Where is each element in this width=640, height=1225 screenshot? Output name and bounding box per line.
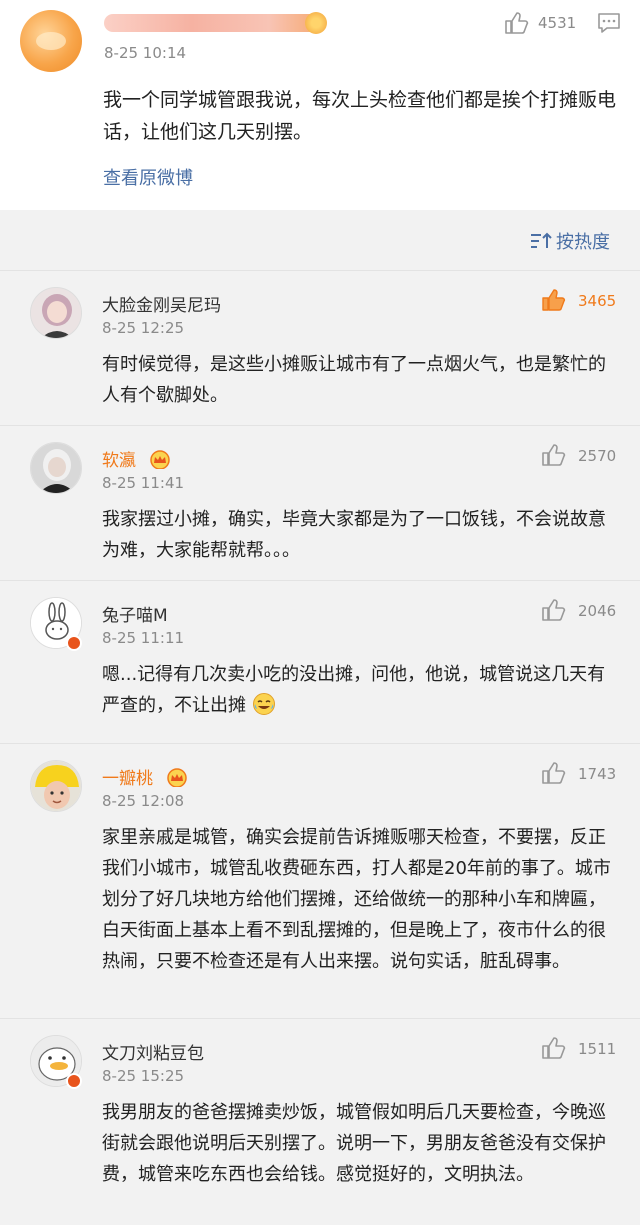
comment-time: 8-25 11:11	[102, 629, 185, 647]
grey-hair-avatar-icon	[31, 443, 81, 493]
comment-item: 大脸金刚吴尼玛 8-25 12:25 3465 有时候觉得，是这些小摊贩让城市有…	[0, 270, 640, 425]
user-badge-icon	[305, 12, 327, 34]
thumbs-up-icon[interactable]	[540, 597, 566, 623]
view-original-weibo-link[interactable]: 查看原微博	[103, 164, 193, 190]
original-poster-avatar[interactable]	[20, 10, 82, 72]
commenter-name[interactable]: 一瓣桃	[102, 764, 188, 789]
comment-text: 我家摆过小摊，确实，毕竟大家都是为了一口饭钱，不会说故意为难，大家能帮就帮。。。	[102, 509, 606, 561]
thumbs-up-icon[interactable]	[540, 442, 566, 468]
avatar[interactable]	[30, 287, 82, 339]
commenter-name[interactable]: 文刀刘粘豆包	[102, 1039, 204, 1064]
avatar[interactable]	[30, 760, 82, 812]
comment-like-count: 2046	[578, 602, 617, 620]
commenter-name-text: 一瓣桃	[102, 769, 153, 789]
sort-label: 按热度	[556, 232, 610, 253]
commenter-name[interactable]: 大脸金刚吴尼玛	[102, 291, 221, 316]
comment-item: 一瓣桃 8-25 12:08 1743 家里亲戚是城管，确实会提前告诉摊贩哪天检…	[0, 743, 640, 1018]
commenter-name[interactable]: 兔子喵M	[102, 601, 168, 626]
comment-like-count: 3465	[578, 292, 617, 310]
comment-text: 有时候觉得，是这些小摊贩让城市有了一点烟火气，也是繁忙的人有个歇脚处。	[102, 354, 606, 406]
chick-hat-avatar-icon	[31, 761, 81, 811]
comment-time: 8-25 12:08	[102, 792, 185, 810]
comment-time: 8-25 15:25	[102, 1067, 185, 1085]
comment-text: 家里亲戚是城管，确实会提前告诉摊贩哪天检查，不要摆，反正我们小城市，城管乱收费砸…	[102, 827, 611, 972]
comment-like-count: 1743	[578, 765, 617, 783]
vip-crown-icon	[167, 768, 188, 787]
original-like-count: 4531	[538, 14, 577, 32]
sort-by-hotness-button[interactable]: 按热度	[530, 228, 610, 254]
thumbs-up-icon[interactable]	[503, 10, 529, 36]
comment-like-count: 2570	[578, 447, 617, 465]
vip-crown-icon	[150, 450, 171, 469]
comment-text: 我男朋友的爸爸摆摊卖炒饭，城管假如明后几天要检查，今晚巡街就会跟他说明后天别摆了…	[102, 1102, 606, 1185]
comment-item: 文刀刘粘豆包 8-25 15:25 1511 我男朋友的爸爸摆摊卖炒饭，城管假如…	[0, 1018, 640, 1225]
comment-text: 嗯...记得有几次卖小吃的没出摊，问他，他说，城管说这几天有严查的，不让出摊	[102, 659, 618, 721]
original-post-time: 8-25 10:14	[104, 44, 187, 62]
verified-badge-icon	[66, 635, 82, 651]
comment-item: 兔子喵M 8-25 11:11 2046 嗯...记得有几次卖小吃的没出摊，问他…	[0, 580, 640, 743]
comment-item: 软瀛 8-25 11:41 2570 我家摆过小摊，确实，毕竟大家都是为了一口饭…	[0, 425, 640, 580]
sort-bar: 按热度	[0, 210, 640, 270]
commenter-name[interactable]: 软瀛	[102, 446, 171, 471]
original-post-card: 8-25 10:14 4531 我一个同学城管跟我说，每次上头检查他们都是挨个打…	[0, 0, 640, 210]
verified-badge-icon	[66, 1073, 82, 1089]
sort-icon	[531, 232, 552, 248]
original-post-text: 我一个同学城管跟我说，每次上头检查他们都是挨个打摊贩电话，让他们这几天别摆。	[103, 89, 617, 143]
thumbs-up-icon[interactable]	[540, 760, 566, 786]
original-poster-name-blurred[interactable]	[104, 14, 324, 32]
laughing-tears-emoji-icon	[252, 693, 275, 715]
avatar[interactable]	[30, 442, 82, 494]
thumbs-up-icon[interactable]	[540, 1035, 566, 1061]
comment-text-body: 嗯...记得有几次卖小吃的没出摊，问他，他说，城管说这几天有严查的，不让出摊	[102, 664, 606, 716]
comment-time: 8-25 12:25	[102, 319, 185, 337]
comment-time: 8-25 11:41	[102, 474, 185, 492]
girl-avatar-icon	[31, 288, 81, 338]
comment-like-count: 1511	[578, 1040, 617, 1058]
thumbs-up-icon[interactable]	[540, 287, 566, 313]
commenter-name-text: 软瀛	[102, 451, 136, 471]
comment-icon[interactable]	[597, 12, 621, 34]
